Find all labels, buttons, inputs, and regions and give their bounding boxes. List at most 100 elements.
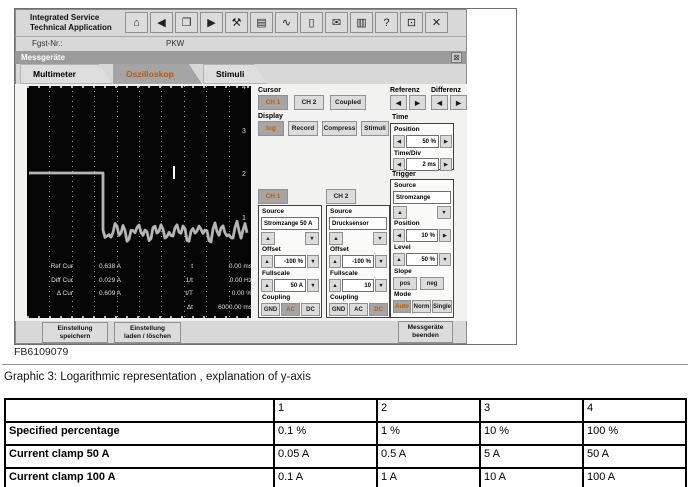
battery-icon-button[interactable]: ▯ [300,12,323,33]
trigger-level-down-button[interactable]: ▼ [439,253,451,266]
figure-caption: Graphic 3: Logarithmic representation , … [4,371,311,383]
home-icon-button[interactable]: ⌂ [125,12,148,33]
trigger-level-up-button[interactable]: ▲ [393,253,405,266]
referenz-left-button[interactable]: ◀ [390,95,407,110]
display-button-row: log Record Compress Stimuli [258,121,389,136]
ch1-offset-down-button[interactable]: ▼ [307,255,319,268]
ch1-coupling-dc-button[interactable]: DC [301,303,320,316]
table-cell: 0.1 % [274,422,377,445]
display-record-button[interactable]: Record [288,121,318,136]
cursor-coupled-button[interactable]: Coupled [330,95,366,110]
cursor-ch2-button[interactable]: CH 2 [294,95,324,110]
scope-y-axis-label: 2 [242,171,246,178]
trigger-source-value: Stromzange [393,191,451,204]
time-position-left-button[interactable]: ◀ [393,135,405,148]
scope-readout: 1/t0.00 Hz [155,277,251,284]
load-settings-button[interactable]: Einstellung laden / löschen [114,322,181,343]
panel-close-button[interactable]: ⊠ [451,52,462,63]
trigger-source-up-button[interactable]: ▲ [393,206,407,219]
differenz-arrows: ◀ ▶ [431,95,467,110]
table-cell: 0.05 A [274,445,377,468]
time-group: Position ◀ 50 % ▶ Time/Div ◀ 2 ms ▶ [390,123,454,170]
display-log-button[interactable]: log [258,121,284,136]
printer-icon-button[interactable]: ▥ [350,12,373,33]
app-title: Integrated ServiceTechnical Application [30,13,112,32]
referenz-right-button[interactable]: ▶ [409,95,426,110]
differenz-left-button[interactable]: ◀ [431,95,448,110]
back-icon-button[interactable]: ◀ [150,12,173,33]
differenz-right-button[interactable]: ▶ [450,95,467,110]
ch2-fullscale-up-button[interactable]: ▲ [329,279,341,292]
ch1-source-value: Stromzange 50 A [261,217,319,230]
timediv-value: 2 ms [406,158,439,171]
ch1-coupling-ac-button[interactable]: AC [281,303,300,316]
tab-oszilloskop[interactable]: Oszilloskop [113,64,202,84]
table-header-row: 1 2 3 4 [5,399,686,422]
trigger-source-down-button[interactable]: ▼ [437,206,451,219]
ch2-source-up-button[interactable]: ▲ [329,232,343,245]
ch2-offset-up-button[interactable]: ▲ [329,255,341,268]
display-stimuli-button[interactable]: Stimuli [361,121,389,136]
ch1-fullscale-up-button[interactable]: ▲ [261,279,273,292]
ch2-source-down-button[interactable]: ▼ [373,232,387,245]
ch2-coupling-gnd-button[interactable]: GND [329,303,348,316]
mode-auto-button[interactable]: Auto [393,300,411,313]
table-cell: 5 A [480,445,583,468]
scope-readout: Δt6000.00 ms [155,304,251,311]
header-cell: 3 [480,399,583,422]
display-icon-button[interactable]: ▤ [250,12,273,33]
ch2-offset-down-button[interactable]: ▼ [375,255,387,268]
table-cell: 50 A [583,445,686,468]
mode-single-button[interactable]: Single [432,300,452,313]
trigger-position-left-button[interactable]: ◀ [393,229,405,242]
ch2-fullscale-down-button[interactable]: ▼ [375,279,387,292]
cable-icon-button[interactable]: ∿ [275,12,298,33]
ch1-fullscale-down-button[interactable]: ▼ [307,279,319,292]
forward-icon-button[interactable]: ▶ [200,12,223,33]
scope-cursor-marker [173,166,175,179]
tools-icon-button[interactable]: ⚒ [225,12,248,33]
table-row: Current clamp 100 A 0.1 A 1 A 10 A 100 A [5,468,686,487]
ch2-coupling-dc-button[interactable]: DC [369,303,388,316]
timediv-right-button[interactable]: ▶ [440,158,452,171]
ch2-tab-button[interactable]: CH 2 [326,189,356,204]
ch2-coupling-ac-button[interactable]: AC [349,303,368,316]
titlebar-separator [15,36,466,37]
ch2-source-label: Source [330,208,352,215]
window-icon-button[interactable]: ⊡ [400,12,423,33]
time-position-value: 50 % [406,135,439,148]
ch1-source-up-button[interactable]: ▲ [261,232,275,245]
time-label: Time [392,114,408,121]
mail-icon-button[interactable]: ✉ [325,12,348,33]
timediv-left-button[interactable]: ◀ [393,158,405,171]
exit-measuring-button[interactable]: Messgeräte beenden [398,321,453,343]
row-label: Specified percentage [5,422,274,445]
slope-neg-button[interactable]: neg [420,277,444,290]
row-label: Current clamp 50 A [5,445,274,468]
display-compress-button[interactable]: Compress [322,121,357,136]
cursor-ch1-button[interactable]: CH 1 [258,95,288,110]
slope-pos-button[interactable]: pos [393,277,417,290]
time-position-right-button[interactable]: ▶ [440,135,452,148]
ch1-offset-up-button[interactable]: ▲ [261,255,273,268]
time-position-label: Position [394,126,420,133]
table-cell: 0.1 A [274,468,377,487]
table-cell: 0.5 A [377,445,480,468]
ch1-coupling-gnd-button[interactable]: GND [261,303,280,316]
panel-titlebar [15,51,467,64]
documents-icon-button[interactable]: ❐ [175,12,198,33]
table-cell: 10 A [480,468,583,487]
ch1-source-label: Source [262,208,284,215]
tab-multimeter[interactable]: Multimeter [20,64,112,84]
mode-norm-button[interactable]: Norm [412,300,431,313]
close-icon-button[interactable]: ✕ [425,12,448,33]
trigger-position-right-button[interactable]: ▶ [439,229,451,242]
trigger-group: Source Stromzange ▲ ▼ Position ◀ 10 % ▶ … [390,179,454,318]
ch1-tab-button[interactable]: CH 1 [258,189,288,204]
help-icon-button[interactable]: ? [375,12,398,33]
table-cell: 1 % [377,422,480,445]
header-cell: 4 [583,399,686,422]
save-settings-button[interactable]: Einstellung speichern [42,322,108,343]
scope-readout: Ref Cur0.638 A [31,263,121,270]
ch1-source-down-button[interactable]: ▼ [305,232,319,245]
